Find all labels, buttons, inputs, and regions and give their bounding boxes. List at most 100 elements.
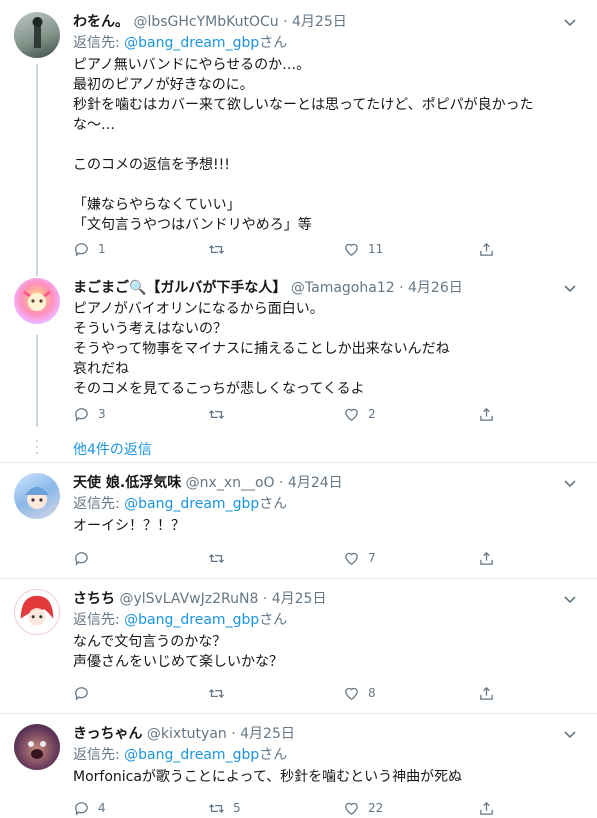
reply-button[interactable]: 3 xyxy=(73,404,106,424)
retweet-icon xyxy=(208,409,225,419)
avatar[interactable] xyxy=(14,589,60,635)
reply-button[interactable] xyxy=(73,683,98,703)
reply-button[interactable] xyxy=(73,548,98,568)
display-name[interactable]: 天使 娘.低浮気味 xyxy=(73,475,181,491)
reply-to-link[interactable]: @bang_dream_gbp xyxy=(124,35,259,51)
retweet-icon xyxy=(208,803,225,813)
share-icon xyxy=(480,686,493,700)
retweet-button[interactable] xyxy=(208,239,233,259)
reply-to: 返信先: @bang_dream_gbpさん xyxy=(73,747,288,763)
retweet-icon xyxy=(208,244,225,254)
reply-icon xyxy=(75,551,88,566)
tweet-actions: 1 11 xyxy=(73,239,493,259)
tweet-text: ピアノ無いバンドにやらせるのか…。 最初のピアノが好きなのに。 秒針を噛むはカバ… xyxy=(73,57,534,233)
heart-icon xyxy=(345,802,358,815)
reply-count: 1 xyxy=(98,242,106,256)
display-name[interactable]: きっちゃん xyxy=(73,726,142,742)
reply-icon xyxy=(75,801,88,816)
like-button[interactable]: 2 xyxy=(343,404,376,424)
tweet-actions: 8 xyxy=(73,683,493,703)
tweet-date[interactable]: 4月24日 xyxy=(288,475,343,491)
like-button[interactable]: 22 xyxy=(343,798,383,818)
divider xyxy=(0,713,597,714)
thread-dots xyxy=(35,440,39,458)
tweet: まごまご🔍【ガルバが下手な人】 @Tamagoha12 · 4月26日 ピアノが… xyxy=(73,279,581,399)
heart-icon xyxy=(345,687,358,700)
like-button[interactable]: 7 xyxy=(343,548,376,568)
avatar[interactable] xyxy=(14,12,60,58)
tweet-text: なんで文句言うのかな？ 声優さんをいじめて楽しいかな？ xyxy=(73,634,283,670)
share-icon xyxy=(480,801,493,815)
tweet-text: オーイシ！？！？ xyxy=(73,518,185,534)
thread-line xyxy=(36,64,38,276)
display-name[interactable]: わをん。 xyxy=(73,14,129,30)
user-handle[interactable]: @kixtutyan xyxy=(147,726,227,742)
tweet-date[interactable]: 4月25日 xyxy=(292,14,347,30)
retweet-button[interactable] xyxy=(208,548,233,568)
reply-icon xyxy=(75,242,88,257)
chevron-down-icon[interactable] xyxy=(563,476,577,490)
like-button[interactable]: 8 xyxy=(343,683,376,703)
reply-to-link[interactable]: @bang_dream_gbp xyxy=(124,496,259,512)
like-button[interactable]: 11 xyxy=(343,239,383,259)
chevron-down-icon[interactable] xyxy=(563,592,577,606)
share-button[interactable] xyxy=(478,404,495,424)
retweet-button[interactable] xyxy=(208,683,233,703)
reply-button[interactable]: 4 xyxy=(73,798,106,818)
reply-button[interactable]: 1 xyxy=(73,239,106,259)
user-handle[interactable]: @nx_xn__oO xyxy=(186,475,275,491)
divider xyxy=(0,578,597,579)
tweet-date[interactable]: 4月26日 xyxy=(408,280,463,296)
chevron-down-icon[interactable] xyxy=(563,727,577,741)
reply-to: 返信先: @bang_dream_gbpさん xyxy=(73,496,288,512)
reply-to: 返信先: @bang_dream_gbpさん xyxy=(73,35,288,51)
share-icon xyxy=(480,407,493,421)
divider xyxy=(0,462,597,463)
tweet-actions: 7 xyxy=(73,548,493,568)
avatar[interactable] xyxy=(14,473,60,519)
retweet-button[interactable] xyxy=(208,404,233,424)
retweet-button[interactable]: 5 xyxy=(208,798,241,818)
display-name[interactable]: さちち xyxy=(73,591,115,607)
reply-icon xyxy=(75,686,88,701)
tweet: きっちゃん @kixtutyan · 4月25日 返信先: @bang_drea… xyxy=(73,725,581,787)
display-name[interactable]: まごまご🔍【ガルバが下手な人】 xyxy=(73,280,286,296)
tweet-actions: 3 2 xyxy=(73,404,493,424)
tweet: さちち @ylSvLAVwJz2RuN8 · 4月25日 返信先: @bang_… xyxy=(73,590,581,672)
reply-to-link[interactable]: @bang_dream_gbp xyxy=(124,612,259,628)
user-handle[interactable]: @ylSvLAVwJz2RuN8 xyxy=(119,591,258,607)
share-icon xyxy=(480,242,493,256)
heart-icon xyxy=(345,408,358,421)
tweet-text: Morfonicaが歌うことによって、秒針を噛むという神曲が死ぬ xyxy=(73,769,463,785)
heart-icon xyxy=(345,243,358,256)
share-button[interactable] xyxy=(478,239,495,259)
like-count: 7 xyxy=(368,551,376,565)
share-icon xyxy=(480,551,493,565)
share-button[interactable] xyxy=(478,798,495,818)
tweet-date[interactable]: 4月25日 xyxy=(272,591,327,607)
share-button[interactable] xyxy=(478,548,495,568)
tweet-date[interactable]: 4月25日 xyxy=(240,726,295,742)
show-more-replies-link[interactable]: 他4件の返信 xyxy=(73,439,152,459)
tweet: 天使 娘.低浮気味 @nx_xn__oO · 4月24日 返信先: @bang_… xyxy=(73,474,581,536)
like-count: 11 xyxy=(368,242,384,256)
user-handle[interactable]: @Tamagoha12 xyxy=(291,280,395,296)
tweet-actions: 4 5 22 xyxy=(73,798,493,818)
like-count: 2 xyxy=(368,407,376,421)
reply-icon xyxy=(75,407,88,422)
user-handle[interactable]: @lbsGHcYMbKutOCu xyxy=(133,14,278,30)
tweet: わをん。 @lbsGHcYMbKutOCu · 4月25日 返信先: @bang… xyxy=(73,13,581,235)
share-button[interactable] xyxy=(478,683,495,703)
avatar[interactable] xyxy=(14,278,60,324)
retweet-icon xyxy=(208,553,225,563)
chevron-down-icon[interactable] xyxy=(563,281,577,295)
reply-to-link[interactable]: @bang_dream_gbp xyxy=(124,747,259,763)
chevron-down-icon[interactable] xyxy=(563,15,577,29)
avatar[interactable] xyxy=(14,724,60,770)
reply-to: 返信先: @bang_dream_gbpさん xyxy=(73,612,288,628)
retweet-icon xyxy=(208,688,225,698)
like-count: 8 xyxy=(368,686,376,700)
reply-count: 3 xyxy=(98,407,106,421)
thread-line xyxy=(36,335,38,427)
heart-icon xyxy=(345,552,358,565)
